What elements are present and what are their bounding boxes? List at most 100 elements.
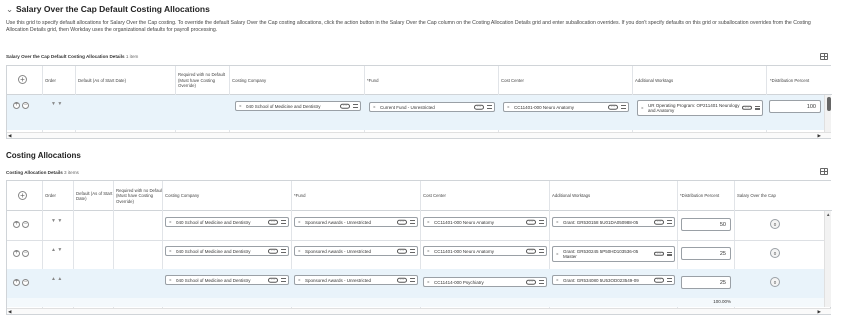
cost-center-field[interactable]: × CC11414-000 Psychiatry ··· <box>423 277 547 288</box>
add-row-icon[interactable]: + <box>18 75 27 84</box>
horizontal-scrollbar[interactable]: ◀ ▶ <box>7 308 831 314</box>
move-row-icon[interactable]: ▼ ▼ <box>51 101 62 107</box>
list-icon[interactable] <box>539 249 544 254</box>
more-icon[interactable]: ··· <box>268 278 278 283</box>
more-icon[interactable]: ··· <box>340 104 350 109</box>
cost-center-field[interactable]: × CC11401-000 Neuro Anatomy ··· <box>503 102 629 113</box>
remove-icon[interactable]: × <box>169 249 172 254</box>
remove-icon[interactable]: × <box>298 278 301 283</box>
remove-icon[interactable]: × <box>556 220 559 225</box>
more-icon[interactable]: ··· <box>526 249 536 254</box>
more-icon[interactable]: ··· <box>526 220 536 225</box>
remove-icon[interactable]: × <box>298 249 301 254</box>
more-icon[interactable]: ··· <box>654 278 664 283</box>
more-icon[interactable]: ··· <box>474 105 484 110</box>
list-icon[interactable] <box>487 105 492 110</box>
remove-icon[interactable]: × <box>169 220 172 225</box>
list-icon[interactable] <box>281 249 286 254</box>
remove-icon[interactable]: × <box>298 220 301 225</box>
remove-icon[interactable]: × <box>373 105 376 110</box>
list-icon[interactable] <box>410 278 415 283</box>
col-order: Order <box>45 193 56 199</box>
vertical-scrollbar[interactable] <box>824 95 831 132</box>
add-row-icon[interactable]: + <box>13 221 20 228</box>
more-icon[interactable]: ··· <box>397 220 407 225</box>
scroll-left-icon[interactable]: ◀ <box>8 133 11 139</box>
chevron-down-icon[interactable]: ⌄ <box>6 4 16 15</box>
more-icon[interactable]: ··· <box>397 249 407 254</box>
costing-company-field[interactable]: × 040 School of Medicine and Dentistry ··· <box>235 101 361 112</box>
add-row-icon[interactable]: + <box>13 250 20 257</box>
worktags-field[interactable]: × Grant: GR530158 5U01DA050988-05 ··· <box>552 217 675 228</box>
scroll-left-icon[interactable]: ◀ <box>8 309 11 315</box>
remove-row-icon[interactable]: − <box>22 250 29 257</box>
distribution-percent-input[interactable]: 100 <box>769 100 821 113</box>
remove-icon[interactable]: × <box>427 220 430 225</box>
worktags-field[interactable]: × UR Operating Program: OP211401 Neurolog… <box>637 100 763 116</box>
list-icon[interactable] <box>667 278 672 283</box>
list-icon[interactable] <box>281 220 286 225</box>
remove-row-icon[interactable]: − <box>22 279 29 286</box>
salary-over-cap-button[interactable]: 0 <box>770 248 780 258</box>
more-icon[interactable]: ··· <box>608 105 618 110</box>
worktags-field[interactable]: × Grant: GR530245 5P50HD103536-05 Master ·… <box>552 246 675 262</box>
remove-row-icon[interactable]: − <box>22 102 29 109</box>
fund-field[interactable]: × Current Fund - Unrestricted ··· <box>369 102 495 113</box>
distribution-percent-input[interactable]: 25 <box>681 276 731 289</box>
salary-over-cap-button[interactable]: 0 <box>770 277 780 287</box>
more-icon[interactable]: ··· <box>742 105 752 111</box>
remove-icon[interactable]: × <box>239 104 242 109</box>
cost-center-field[interactable]: × CC11401-000 Neuro Anatomy ··· <box>423 217 547 228</box>
costing-company-field[interactable]: × 040 School of Medicine and Dentistry ··· <box>165 217 289 228</box>
more-icon[interactable]: ··· <box>397 278 407 283</box>
costing-company-field[interactable]: × 040 School of Medicine and Dentistry ··· <box>165 246 289 257</box>
fund-field[interactable]: × Sponsored Awards - Unrestricted ··· <box>294 275 418 286</box>
more-icon[interactable]: ··· <box>268 249 278 254</box>
grid-icon[interactable] <box>820 53 828 60</box>
list-icon[interactable] <box>410 220 415 225</box>
more-icon[interactable]: ··· <box>654 251 664 257</box>
distribution-percent-input[interactable]: 25 <box>681 247 731 260</box>
remove-row-icon[interactable]: − <box>22 221 29 228</box>
remove-icon[interactable]: × <box>556 251 559 256</box>
section-title[interactable]: ⌄ Salary Over the Cap Default Costing All… <box>6 4 210 15</box>
fund-field[interactable]: × Sponsored Awards - Unrestricted ··· <box>294 217 418 228</box>
scroll-right-icon[interactable]: ▶ <box>818 133 821 139</box>
cost-center-field[interactable]: × CC11401-000 Neuro Anatomy ··· <box>423 246 547 257</box>
grid-icon[interactable] <box>820 168 828 175</box>
add-row-icon[interactable]: + <box>13 279 20 286</box>
move-row-icon[interactable]: ▼ ▼ <box>51 218 62 224</box>
remove-icon[interactable]: × <box>556 278 559 283</box>
list-icon[interactable] <box>539 280 544 285</box>
list-icon[interactable] <box>621 105 626 110</box>
more-icon[interactable]: ··· <box>526 280 536 285</box>
list-icon[interactable] <box>667 220 672 225</box>
add-row-icon[interactable]: + <box>18 191 27 200</box>
remove-icon[interactable]: × <box>427 249 430 254</box>
scroll-up-icon[interactable]: ▲ <box>826 212 830 217</box>
col-percent: *Distribution Percent <box>680 193 720 199</box>
remove-icon[interactable]: × <box>507 105 510 110</box>
list-icon[interactable] <box>539 220 544 225</box>
move-row-icon[interactable]: ▲ ▼ <box>51 247 62 253</box>
list-icon[interactable] <box>410 249 415 254</box>
costing-company-field[interactable]: × 040 School of Medicine and Dentistry ··· <box>165 275 289 286</box>
more-icon[interactable]: ··· <box>268 220 278 225</box>
worktags-field[interactable]: × Grant: GR534080 5U53OD023549-09 ··· <box>552 275 675 286</box>
list-icon[interactable] <box>353 104 358 109</box>
more-icon[interactable]: ··· <box>654 220 664 225</box>
vertical-scrollbar[interactable]: ▲ <box>824 211 831 307</box>
list-icon[interactable] <box>281 278 286 283</box>
scroll-right-icon[interactable]: ▶ <box>818 309 821 315</box>
list-icon[interactable] <box>755 105 760 110</box>
fund-field[interactable]: × Sponsored Awards - Unrestricted ··· <box>294 246 418 257</box>
remove-icon[interactable]: × <box>169 278 172 283</box>
remove-icon[interactable]: × <box>427 280 430 285</box>
move-row-icon[interactable]: ▲ ▲ <box>51 276 62 282</box>
horizontal-scrollbar[interactable]: ◀ ▶ <box>7 132 831 138</box>
list-icon[interactable] <box>667 251 672 256</box>
add-row-icon[interactable]: + <box>13 102 20 109</box>
salary-over-cap-button[interactable]: 0 <box>770 219 780 229</box>
distribution-percent-input[interactable]: 50 <box>681 218 731 231</box>
remove-icon[interactable]: × <box>641 105 644 110</box>
